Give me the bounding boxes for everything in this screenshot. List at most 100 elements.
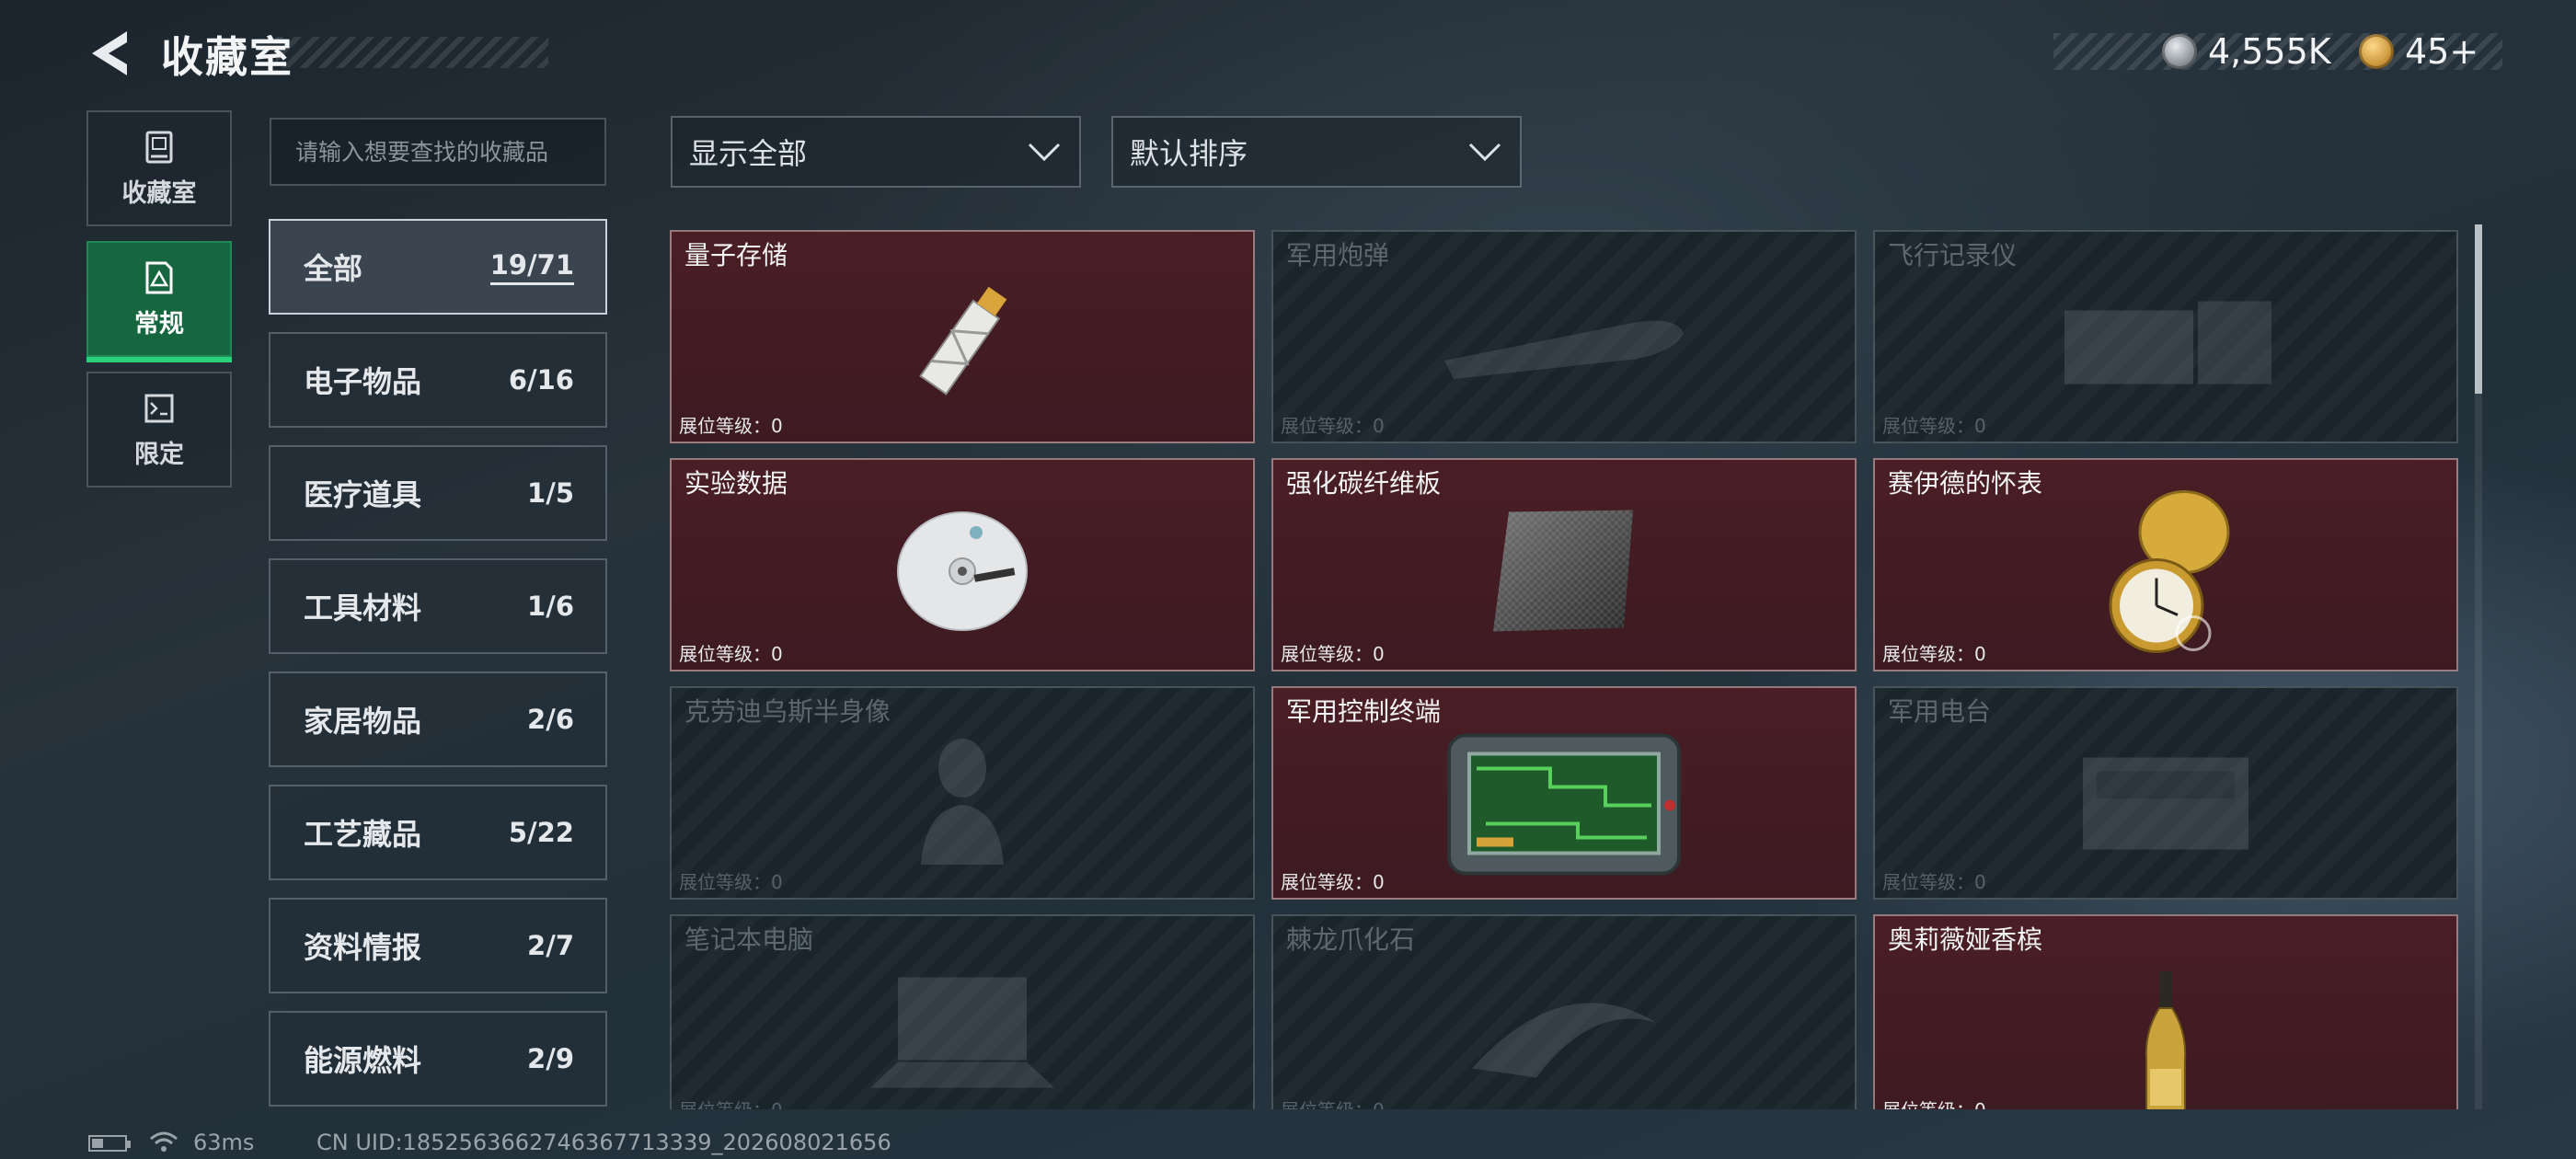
item-card[interactable]: 笔记本电脑 展位等级：0: [670, 914, 1255, 1109]
category-crafts[interactable]: 工艺藏品 5/22: [269, 785, 607, 880]
limited-icon: [144, 394, 174, 422]
pocket-watch-icon: [2109, 490, 2230, 653]
item-card[interactable]: 军用炮弹 展位等级：0: [1271, 230, 1857, 443]
category-intel[interactable]: 资料情报 2/7: [269, 898, 607, 993]
silver-currency-value: 4,555K: [2208, 31, 2331, 72]
ping-value: 63ms: [193, 1130, 255, 1155]
item-name: 飞行记录仪: [1888, 240, 2018, 270]
category-count: 2/7: [527, 930, 574, 961]
item-card[interactable]: 赛伊德的怀表 展位等级：0: [1873, 458, 2458, 671]
booth-level: 展位等级：0: [1882, 643, 1986, 665]
item-name: 棘龙爪化石: [1286, 924, 1416, 955]
item-name: 赛伊德的怀表: [1888, 468, 2043, 499]
booth-level: 展位等级：0: [679, 871, 783, 893]
display-filter-dropdown[interactable]: 显示全部: [671, 116, 1081, 188]
item-name: 量子存储: [684, 240, 788, 270]
silver-coin-icon: [2162, 34, 2197, 69]
back-arrow-icon[interactable]: [85, 28, 136, 79]
item-card[interactable]: 军用电台 展位等级：0: [1873, 686, 2458, 900]
search-box[interactable]: [270, 118, 606, 186]
booth-level: 展位等级：0: [1882, 871, 1986, 893]
category-count: 6/16: [508, 364, 574, 396]
category-energy[interactable]: 能源燃料 2/9: [269, 1011, 607, 1107]
gold-currency-value: 45+: [2405, 31, 2479, 72]
booth-level: 展位等级：0: [1281, 871, 1385, 893]
category-name: 医疗道具: [304, 477, 422, 512]
category-all[interactable]: 全部 19/71: [269, 219, 607, 315]
category-name: 家居物品: [304, 704, 422, 739]
item-card[interactable]: 奥莉薇娅香槟 展位等级：0: [1873, 914, 2458, 1109]
search-input[interactable]: [271, 120, 604, 184]
item-card[interactable]: 强化碳纤维板 展位等级：0: [1271, 458, 1857, 671]
user-uid: CN UID:1852563662746367713339_2026080216…: [316, 1130, 891, 1155]
regular-icon: [145, 261, 173, 293]
booth-level: 展位等级：0: [679, 1096, 783, 1109]
category-medical[interactable]: 医疗道具 1/5: [269, 445, 607, 541]
gold-coin-icon: [2359, 34, 2394, 69]
mode-limited[interactable]: 限定: [86, 372, 232, 488]
category-name: 电子物品: [304, 364, 422, 399]
item-card[interactable]: 克劳迪乌斯半身像 展位等级：0: [670, 686, 1255, 900]
bust-statue-icon: [921, 739, 1004, 865]
laptop-icon: [870, 977, 1054, 1088]
gold-currency[interactable]: 45+: [2359, 28, 2478, 75]
item-name: 实验数据: [684, 468, 788, 499]
scrollbar-thumb[interactable]: [2475, 224, 2482, 394]
item-name: 军用电台: [1888, 696, 1992, 727]
item-card[interactable]: 军用控制终端 展位等级：0: [1271, 686, 1857, 900]
category-name: 全部: [304, 251, 363, 286]
booth-level: 展位等级：0: [1281, 643, 1385, 665]
item-name: 军用控制终端: [1286, 696, 1442, 727]
item-card[interactable]: 棘龙爪化石 展位等级：0: [1271, 914, 1857, 1109]
artillery-shell-icon: [1444, 320, 1684, 379]
page-title: 收藏室: [161, 32, 293, 82]
category-household[interactable]: 家居物品 2/6: [269, 671, 607, 767]
champagne-bottle-icon: [2145, 970, 2187, 1109]
battery-icon: [88, 1135, 131, 1152]
title-decoration: [276, 37, 548, 68]
control-terminal-icon: [1447, 733, 1681, 876]
category-tools[interactable]: 工具材料 1/6: [269, 558, 607, 654]
category-count: 2/9: [527, 1043, 574, 1074]
booth-level: 展位等级：0: [679, 415, 783, 437]
booth-level: 展位等级：0: [679, 643, 783, 665]
collection-grid: 量子存储 展位等级：0 军用炮弹 展位等级：0 飞行记录仪 展位等级：0 实验数…: [670, 230, 2462, 1109]
category-count: 2/6: [527, 704, 574, 735]
category-name: 能源燃料: [304, 1043, 422, 1078]
sort-dropdown[interactable]: 默认排序: [1111, 116, 1522, 188]
claw-fossil-icon: [1472, 1003, 1656, 1078]
item-name: 强化碳纤维板: [1286, 468, 1442, 499]
item-name: 克劳迪乌斯半身像: [684, 696, 891, 727]
military-radio-icon: [2083, 757, 2248, 850]
usb-drive-icon: [919, 286, 1007, 396]
mode-label: 限定: [134, 440, 184, 469]
mode-collection-room[interactable]: 收藏室: [86, 110, 232, 226]
booth-level: 展位等级：0: [1882, 415, 1986, 437]
category-count: 1/5: [527, 477, 574, 509]
item-card[interactable]: 量子存储 展位等级：0: [670, 230, 1255, 443]
sort-value: 默认排序: [1130, 136, 1248, 171]
chevron-down-icon: [1468, 143, 1501, 162]
item-name: 奥莉薇娅香槟: [1888, 924, 2043, 955]
category-electronics[interactable]: 电子物品 6/16: [269, 332, 607, 428]
collection-room-icon: [145, 131, 173, 163]
wifi-icon: [150, 1131, 178, 1152]
booth-level: 展位等级：0: [1281, 1096, 1385, 1109]
item-card[interactable]: 实验数据 展位等级：0: [670, 458, 1255, 671]
chevron-down-icon: [1028, 143, 1061, 162]
category-count: 1/6: [527, 591, 574, 622]
category-count: 19/71: [489, 249, 574, 285]
mode-regular[interactable]: 常规: [86, 241, 232, 362]
item-name: 军用炮弹: [1286, 240, 1390, 270]
silver-currency[interactable]: 4,555K: [2162, 28, 2331, 75]
data-disc-icon: [897, 511, 1028, 631]
booth-level: 展位等级：0: [1882, 1096, 1986, 1109]
display-filter-value: 显示全部: [689, 136, 808, 171]
category-name: 工具材料: [304, 591, 422, 625]
booth-level: 展位等级：0: [1281, 415, 1385, 437]
item-card[interactable]: 飞行记录仪 展位等级：0: [1873, 230, 2458, 443]
carbon-plate-icon: [1493, 510, 1633, 632]
flight-recorder-icon: [2064, 301, 2271, 384]
item-name: 笔记本电脑: [684, 924, 814, 955]
mode-label: 收藏室: [121, 178, 197, 208]
